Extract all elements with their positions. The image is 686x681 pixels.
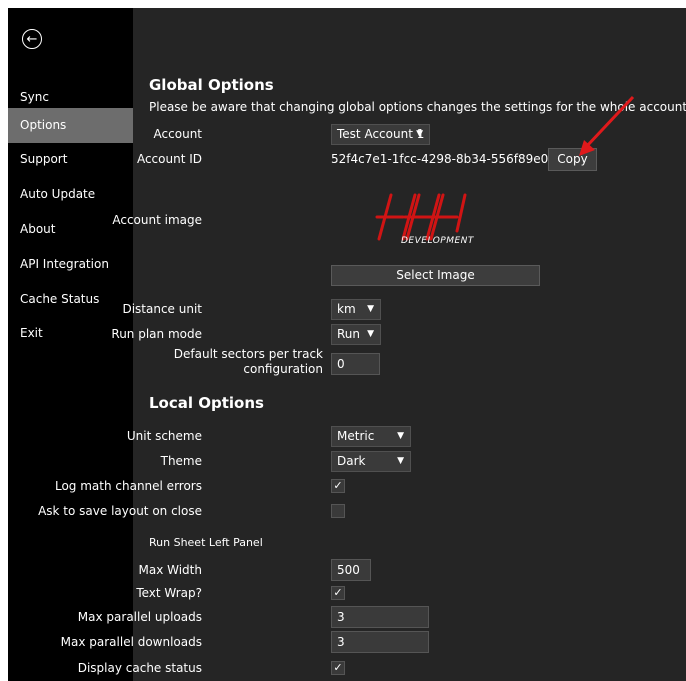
sidebar-item-api-integration[interactable]: API Integration bbox=[8, 247, 133, 282]
max-width-input[interactable]: 500 bbox=[331, 559, 371, 581]
logo-subtitle: DEVELOPMENT bbox=[401, 236, 474, 246]
sidebar-item-auto-update[interactable]: Auto Update bbox=[8, 177, 133, 212]
local-options-title: Local Options bbox=[149, 394, 264, 412]
sidebar-item-options[interactable]: Options bbox=[8, 108, 133, 143]
log-math-label: Log math channel errors bbox=[54, 479, 202, 493]
run-plan-mode-label: Run plan mode bbox=[111, 327, 202, 341]
theme-value: Dark bbox=[337, 454, 366, 468]
default-sectors-input[interactable]: 0 bbox=[331, 353, 380, 375]
checkmark-icon: ✓ bbox=[333, 661, 343, 674]
run-plan-mode-dropdown[interactable]: Run ▼ bbox=[331, 324, 381, 345]
distance-unit-value: km bbox=[337, 302, 356, 316]
back-arrow-icon[interactable]: ← bbox=[22, 29, 42, 49]
max-downloads-input[interactable]: 3 bbox=[331, 631, 429, 653]
text-wrap-label: Text Wrap? bbox=[136, 586, 202, 600]
unit-scheme-label: Unit scheme bbox=[126, 429, 202, 443]
account-value: Test Account 1 bbox=[337, 127, 425, 141]
default-sectors-label: Default sectors per track configuration bbox=[173, 347, 323, 376]
theme-dropdown[interactable]: Dark ▼ bbox=[331, 451, 411, 472]
chevron-down-icon: ▼ bbox=[397, 456, 404, 466]
red-arrow-annotation bbox=[579, 95, 635, 156]
checkmark-icon: ✓ bbox=[333, 479, 343, 492]
ask-save-checkbox[interactable] bbox=[331, 504, 345, 518]
select-image-button[interactable]: Select Image bbox=[331, 265, 540, 286]
account-dropdown[interactable]: Test Account 1 ▼ bbox=[331, 124, 430, 145]
chevron-down-icon: ▼ bbox=[416, 129, 423, 139]
run-sheet-title: Run Sheet Left Panel bbox=[149, 536, 263, 549]
account-label: Account bbox=[153, 127, 202, 141]
max-uploads-label: Max parallel uploads bbox=[77, 610, 202, 624]
text-wrap-checkbox[interactable]: ✓ bbox=[331, 586, 345, 600]
main-panel: Global Options Please be aware that chan… bbox=[38, 8, 686, 681]
account-id-value: 52f4c7e1-1fcc-4298-8b34-556f89e0aa21 bbox=[331, 152, 579, 166]
max-uploads-input[interactable]: 3 bbox=[331, 606, 429, 628]
run-plan-mode-value: Run bbox=[337, 327, 361, 341]
display-cache-checkbox[interactable]: ✓ bbox=[331, 661, 345, 675]
max-width-label: Max Width bbox=[138, 563, 203, 577]
unit-scheme-dropdown[interactable]: Metric ▼ bbox=[331, 426, 411, 447]
options-window: ← Sync Options Support Auto Update About… bbox=[8, 8, 686, 681]
account-image-label: Account image bbox=[112, 213, 202, 227]
distance-unit-label: Distance unit bbox=[122, 302, 202, 316]
global-options-title: Global Options bbox=[149, 76, 274, 94]
chevron-down-icon: ▼ bbox=[367, 329, 374, 339]
distance-unit-dropdown[interactable]: km ▼ bbox=[331, 299, 381, 320]
sidebar: ← Sync Options Support Auto Update About… bbox=[8, 8, 133, 681]
sidebar-item-support[interactable]: Support bbox=[8, 142, 133, 177]
max-downloads-label: Max parallel downloads bbox=[60, 635, 202, 649]
theme-label: Theme bbox=[160, 454, 202, 468]
sidebar-item-cache-status[interactable]: Cache Status bbox=[8, 282, 133, 317]
log-math-checkbox[interactable]: ✓ bbox=[331, 479, 345, 493]
ask-save-label: Ask to save layout on close bbox=[38, 504, 202, 518]
chevron-down-icon: ▼ bbox=[397, 431, 404, 441]
checkmark-icon: ✓ bbox=[333, 586, 343, 599]
chevron-down-icon: ▼ bbox=[367, 304, 374, 314]
unit-scheme-value: Metric bbox=[337, 429, 375, 443]
account-id-label: Account ID bbox=[136, 152, 202, 166]
display-cache-label: Display cache status bbox=[77, 661, 202, 675]
account-logo: DEVELOPMENT bbox=[357, 191, 497, 253]
